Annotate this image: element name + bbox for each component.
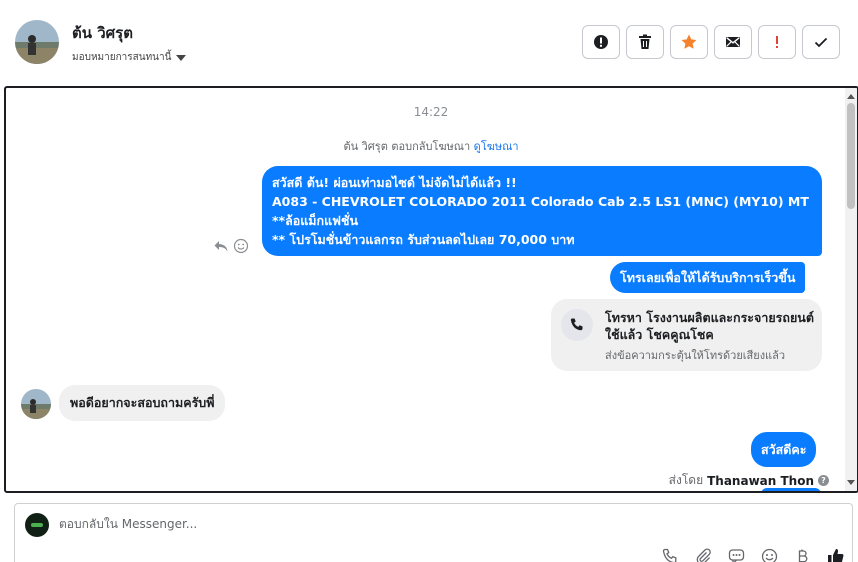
call-button-card[interactable]: โทรหา โรงงานผลิตและกระจายรถยนต์ใช้แล้ว โ…: [551, 299, 822, 371]
paperclip-icon[interactable]: [694, 547, 713, 562]
message-tools: [213, 238, 249, 254]
call-card-title: โทรหา โรงงานผลิตและกระจายรถยนต์ใช้แล้ว โ…: [605, 310, 814, 342]
thread-scrollbar[interactable]: [845, 88, 857, 491]
star-icon: [681, 34, 697, 49]
sent-by-name[interactable]: Thanawan Thon: [707, 474, 814, 488]
message-timestamp: 14:22: [413, 105, 449, 119]
delete-button[interactable]: [626, 25, 664, 59]
call-card-subtitle: ส่งข้อความกระตุ้นให้โทรด้วยเสียงแล้ว: [605, 349, 786, 362]
composer-toolbar: [661, 547, 845, 562]
checkmark-icon: [814, 37, 828, 48]
spam-button[interactable]: [582, 25, 620, 59]
reply-input[interactable]: [59, 517, 659, 531]
ad-reply-note: ต้น วิศรุต ตอบกลับโฆษณา ดูโฆษณา: [6, 137, 856, 155]
promo-message-bubble[interactable]: สวัสดี ต้น! ผ่อนเท่ามอไซด์ ไม่จัดไม่ได้แ…: [262, 166, 822, 256]
message-thread[interactable]: 14:22 ต้น วิศรุต ตอบกลับโฆษณา ดูโฆษณา สว…: [4, 86, 858, 493]
caret-down-icon: [176, 54, 187, 61]
help-icon[interactable]: ?: [818, 475, 829, 486]
promo-line-1: สวัสดี ต้น! ผ่อนเท่ามอไซด์ ไม่จัดไม่ได้แ…: [272, 175, 517, 190]
ad-reply-text: ต้น วิศรุต ตอบกลับโฆษณา: [343, 140, 471, 153]
follow-up-button[interactable]: [758, 25, 796, 59]
message-composer: [14, 503, 853, 562]
phone-icon: [561, 309, 593, 341]
phone-icon[interactable]: [661, 547, 680, 562]
exclamation-icon: [776, 36, 778, 48]
scroll-thumb[interactable]: [847, 103, 855, 209]
sent-by-label: ส่งโดย: [668, 473, 704, 487]
done-button[interactable]: [802, 25, 840, 59]
contact-name[interactable]: ต้น วิศรุต: [72, 21, 133, 45]
page-avatar: [25, 513, 49, 537]
trash-icon: [639, 34, 651, 49]
view-ad-link[interactable]: ดูโฆษณา: [474, 140, 519, 153]
thumbs-up-icon[interactable]: [826, 547, 845, 562]
chat-bubble-icon[interactable]: [727, 547, 746, 562]
scroll-down-arrow-icon[interactable]: [847, 480, 855, 485]
next-message-bubble[interactable]: [761, 488, 821, 491]
star-button[interactable]: [670, 25, 708, 59]
call-prompt-bubble[interactable]: โทรเลยเพื่อให้ได้รับบริการเร็วขึ้น: [610, 262, 806, 293]
emoji-icon[interactable]: [760, 547, 779, 562]
customer-message-bubble[interactable]: พอดีอยากจะสอบถามครับพี่: [59, 385, 226, 421]
mark-unread-button[interactable]: [714, 25, 752, 59]
promo-line-3: ** โปรโมชั่นข้าวแลกรถ รับส่วนลดไปเลย 70,…: [272, 232, 575, 247]
alert-circle-icon: [594, 35, 608, 49]
assign-label: มอบหมายการสนทนานี้: [72, 52, 172, 63]
scroll-up-arrow-icon[interactable]: [847, 94, 855, 99]
emoji-reaction-icon[interactable]: [233, 238, 249, 254]
header-actions: [582, 25, 840, 59]
contact-avatar[interactable]: [15, 20, 59, 64]
reply-icon[interactable]: [213, 238, 229, 254]
agent-reply-bubble[interactable]: สวัสดีคะ: [751, 432, 817, 467]
baht-icon[interactable]: [793, 547, 812, 562]
envelope-icon: [726, 37, 740, 47]
assign-conversation-dropdown[interactable]: มอบหมายการสนทนานี้: [72, 50, 187, 65]
customer-avatar[interactable]: [21, 389, 51, 419]
conversation-header: ต้น วิศรุต มอบหมายการสนทนานี้: [0, 0, 858, 86]
promo-line-2: A083 - CHEVROLET COLORADO 2011 Colorado …: [272, 194, 809, 228]
